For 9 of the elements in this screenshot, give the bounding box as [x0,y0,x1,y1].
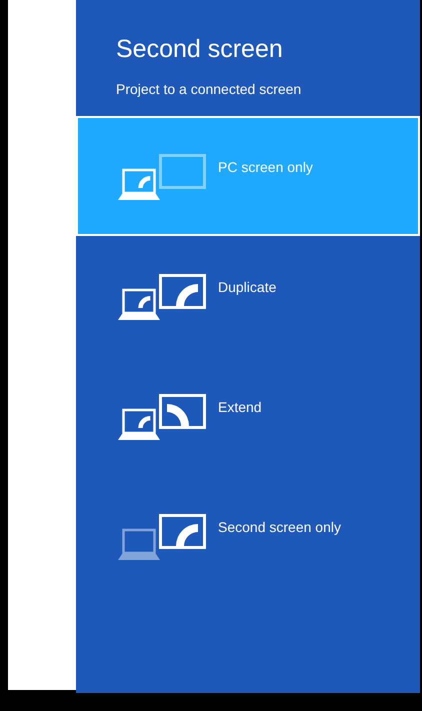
panel-subtitle: Project to a connected screen [116,80,302,98]
projection-option[interactable]: Extend [76,356,420,476]
panel-title: Second screen [116,34,284,64]
projection-option[interactable]: Second screen only [76,476,420,596]
duplicate-display-icon [118,274,206,320]
projection-option[interactable]: Duplicate [76,236,420,356]
monitor-only-icon [118,514,206,560]
extend-display-icon [118,394,206,440]
laptop-only-icon [118,154,206,200]
